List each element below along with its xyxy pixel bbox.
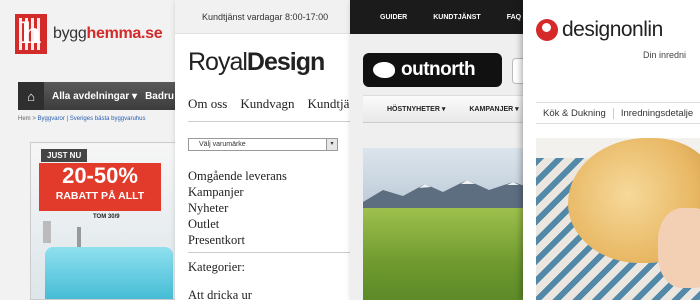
banner-tag: JUST NU [41, 149, 88, 162]
outnorth-panel: GUIDER KUNDTJÄNST FAQ outnorth HÖSTNYHET… [350, 0, 535, 300]
menu-interior[interactable]: Inredningsdetalje [612, 107, 700, 119]
customer-service-bar: Kundtjänst vardagar 8:00-17:00 [175, 0, 360, 34]
category-campaigns[interactable]: KAMPANJER ▾ [457, 105, 518, 113]
bygghemma-panel: h bygghemma.se ⌂ Alla avdelningar ▾ Badr… [0, 0, 185, 300]
royaldesign-logo[interactable]: RoyalDesign [188, 48, 325, 77]
designonline-panel: designonlin Din inredni Kök & Dukning In… [523, 0, 700, 300]
categories-heading: Kategorier: [188, 260, 245, 274]
sale-text: RABATT PÅ ALLT [55, 190, 145, 202]
sale-banner[interactable]: JUST NU 20-50% RABATT PÅ ALLT TOM 30/9 [30, 142, 180, 300]
bathroom-shelf-image [43, 221, 51, 243]
nav-bathroom[interactable]: Badru [145, 91, 174, 102]
chevron-down-icon: ▾ [326, 139, 337, 150]
menu-kitchen[interactable]: Kök & Dukning [536, 108, 613, 119]
link-news[interactable]: Nyheter [188, 200, 287, 216]
category-autumn-news[interactable]: HÖSTNYHETER ▾ [375, 105, 445, 113]
child-photo[interactable] [536, 138, 700, 300]
sale-percent: 20-50% [62, 163, 138, 188]
designonline-menu: Kök & Dukning Inredningsdetalje [536, 102, 700, 124]
link-campaigns[interactable]: Kampanjer [188, 184, 287, 200]
link-immediate-delivery[interactable]: Omgående leverans [188, 168, 287, 184]
landscape-photo[interactable] [363, 148, 535, 300]
link-gift-cards[interactable]: Presentkort [188, 232, 287, 248]
side-links: Omgående leverans Kampanjer Nyheter Outl… [188, 168, 287, 248]
designonline-tagline: Din inredni [643, 50, 687, 60]
royaldesign-panel: Kundtjänst vardagar 8:00-17:00 RoyalDesi… [175, 0, 360, 300]
sale-date: TOM 30/9 [93, 214, 120, 220]
outnorth-topbar: GUIDER KUNDTJÄNST FAQ [350, 0, 535, 34]
bygghemma-logo[interactable]: h bygghemma.se [15, 14, 163, 54]
bygghemma-navbar: ⌂ Alla avdelningar ▾ Badru [18, 82, 185, 110]
bygghemma-logo-icon: h [15, 14, 47, 54]
topbar-guides[interactable]: GUIDER [380, 14, 407, 21]
menu-about[interactable]: Om oss [188, 96, 227, 112]
category-link[interactable]: Att dricka ur [188, 288, 252, 300]
breadcrumb-home[interactable]: Hem [18, 116, 31, 122]
topbar-faq[interactable]: FAQ [507, 14, 521, 21]
outnorth-logo-icon [373, 62, 395, 78]
bathtub-image [45, 247, 173, 299]
bygghemma-brand: bygghemma.se [53, 25, 163, 42]
nav-all-departments[interactable]: Alla avdelningar ▾ [52, 91, 137, 102]
sale-box: 20-50% RABATT PÅ ALLT [39, 163, 161, 211]
royaldesign-menu: Om oss Kundvagn Kundtjä [188, 96, 360, 112]
designonline-logo-icon [536, 19, 558, 41]
breadcrumb: Hem > Byggvaror | Sveriges bästa byggvar… [18, 116, 146, 122]
menu-service[interactable]: Kundtjä [308, 96, 350, 112]
designonline-logo[interactable]: designonlin [536, 18, 663, 42]
outnorth-category-bar: HÖSTNYHETER ▾ KAMPANJER ▾ [363, 95, 535, 123]
outnorth-logo[interactable]: outnorth [363, 53, 502, 87]
link-outlet[interactable]: Outlet [188, 216, 287, 232]
website-collage: h bygghemma.se ⌂ Alla avdelningar ▾ Badr… [0, 0, 700, 300]
topbar-customer-service[interactable]: KUNDTJÄNST [433, 14, 480, 21]
home-icon[interactable]: ⌂ [18, 82, 44, 110]
breadcrumb-link[interactable]: Byggvaror | Sveriges bästa byggvaruhus [38, 116, 146, 122]
brand-select[interactable]: Välj varumärke ▾ [188, 138, 338, 151]
divider [188, 252, 360, 253]
divider [188, 121, 360, 122]
menu-cart[interactable]: Kundvagn [240, 96, 294, 112]
